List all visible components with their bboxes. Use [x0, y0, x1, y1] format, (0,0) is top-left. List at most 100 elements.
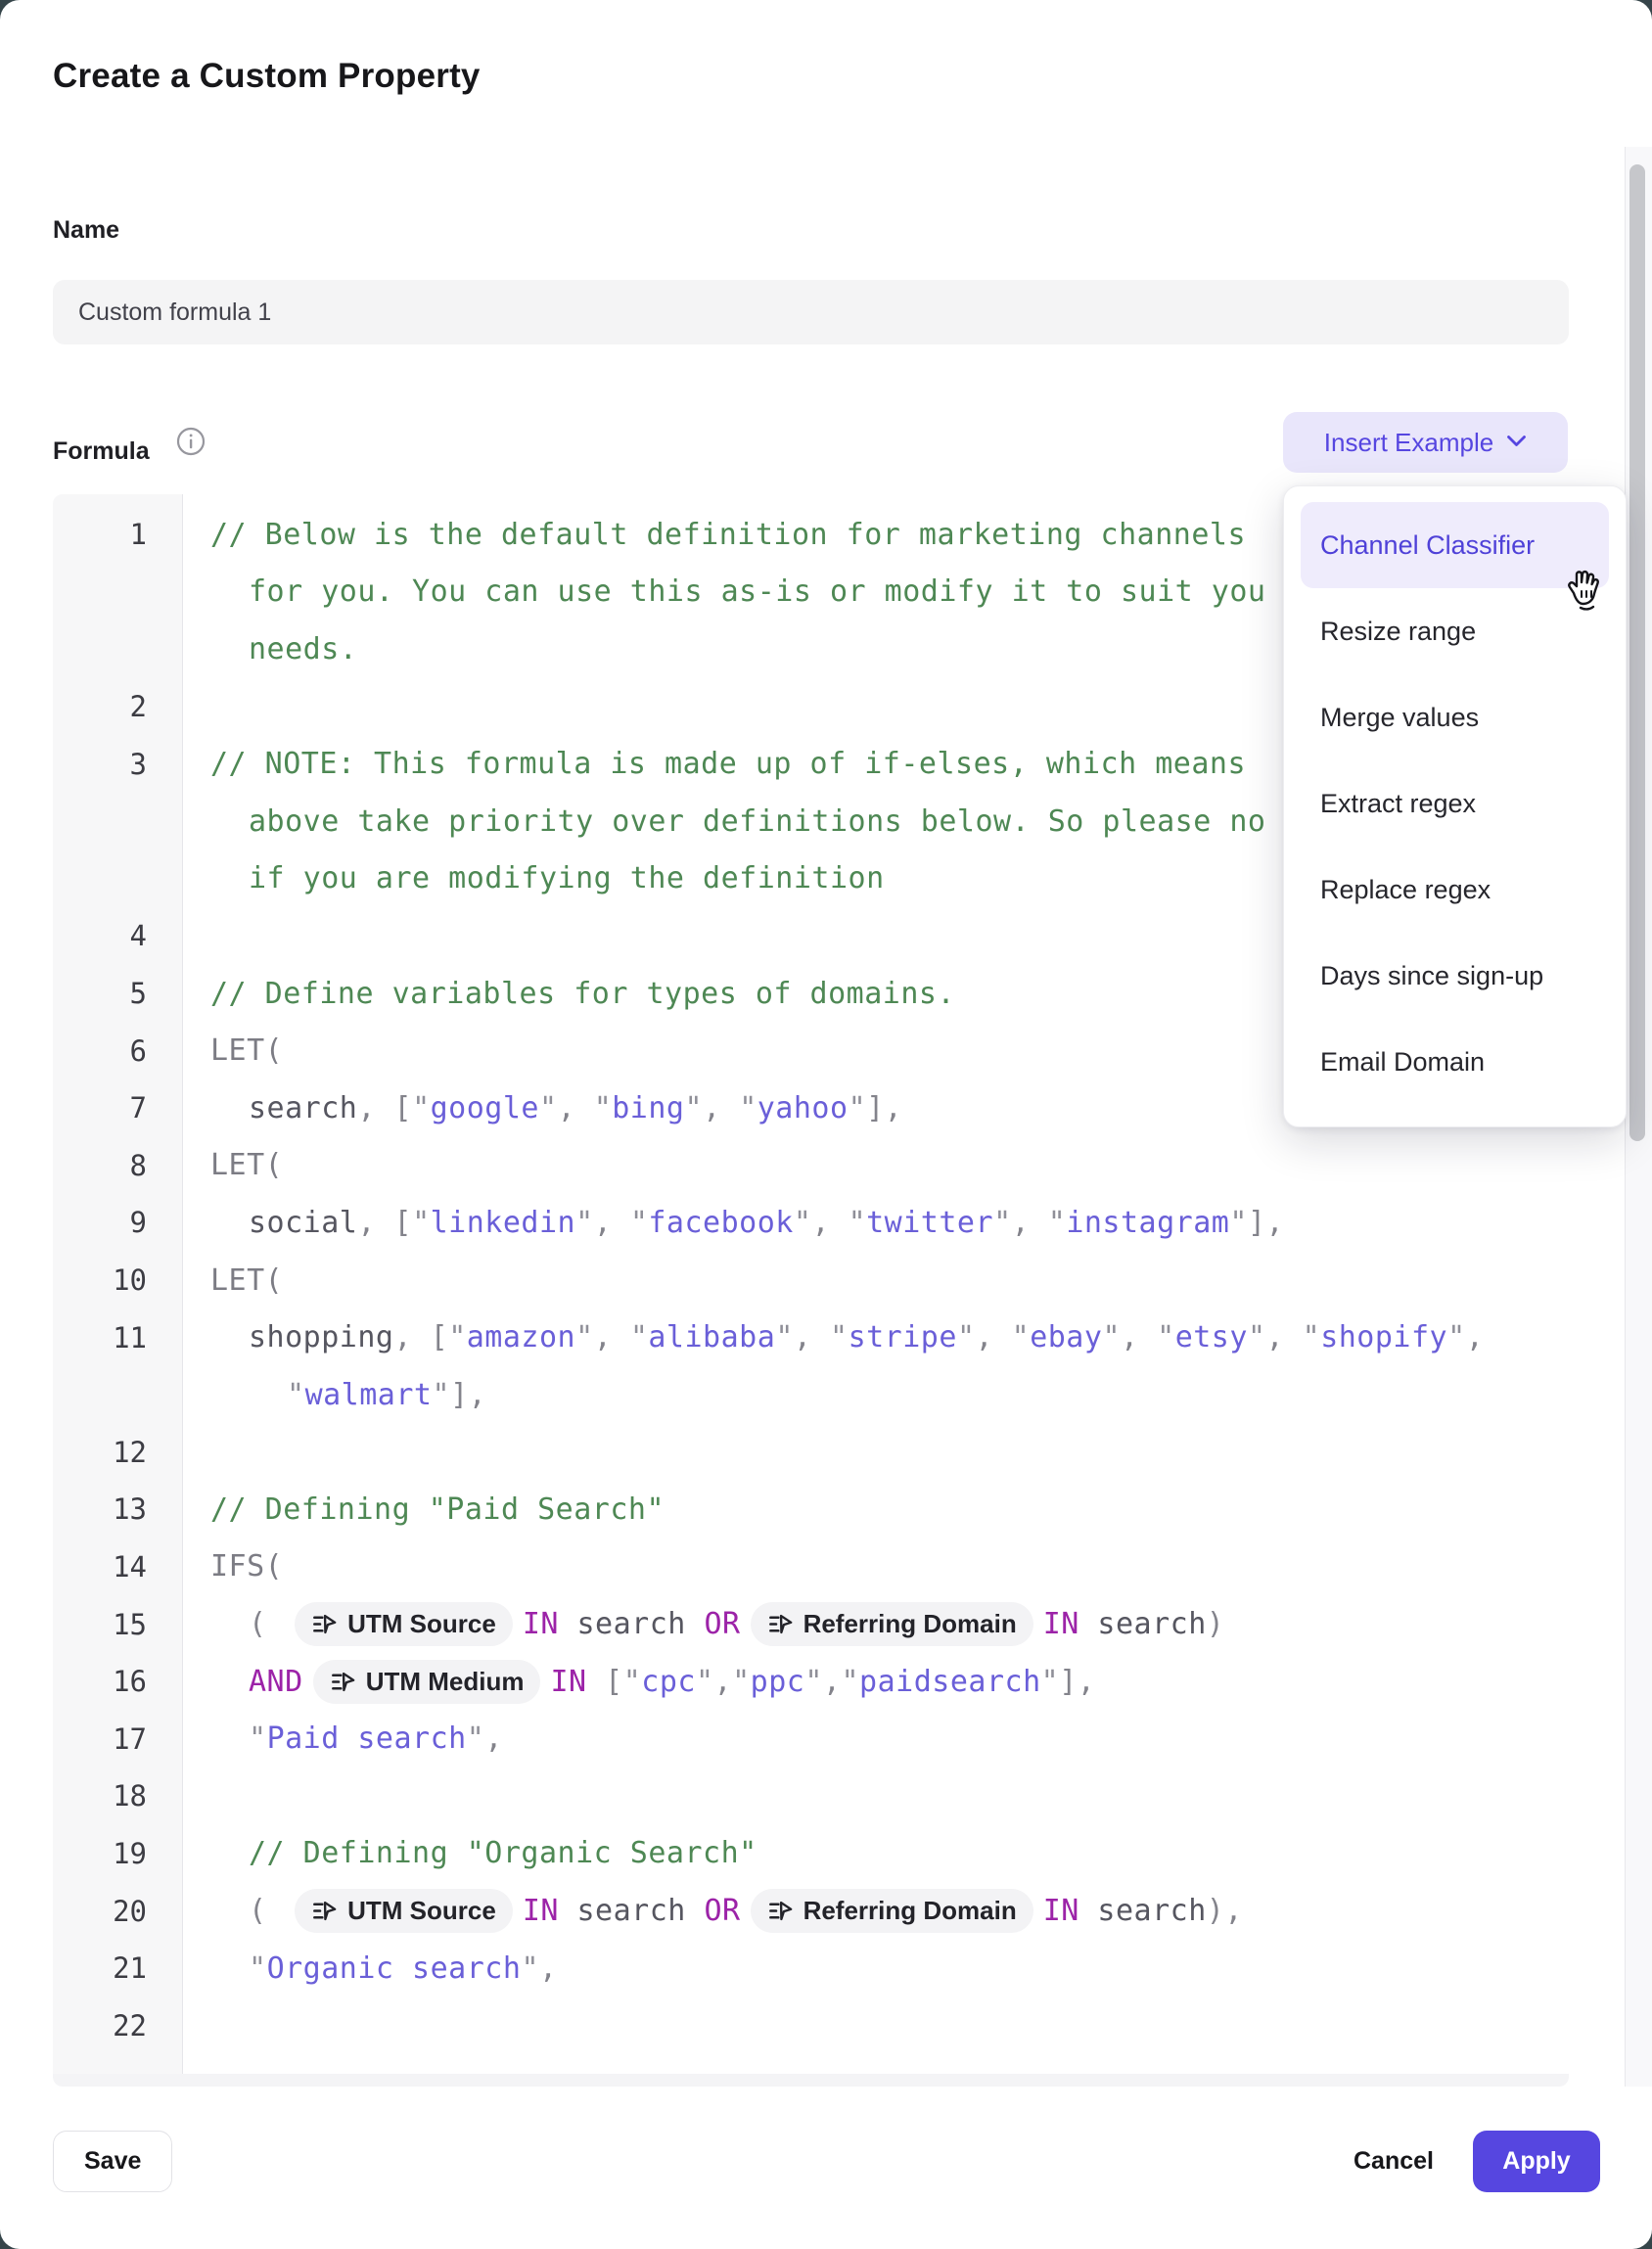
code-line[interactable]: 19 // Defining "Organic Search"	[53, 1825, 1569, 1883]
insert-property-icon	[767, 1898, 794, 1924]
code-token: ,	[823, 1665, 842, 1699]
code-line[interactable]: 21Organic search,	[53, 1940, 1569, 1997]
save-button[interactable]: Save	[53, 2131, 172, 2192]
menu-item-email-domain[interactable]: Email Domain	[1301, 1019, 1609, 1105]
code-token: above take priority over definitions bel…	[249, 804, 1265, 839]
code-token: ,	[703, 1091, 739, 1125]
code-line-content: LET(	[183, 1148, 1569, 1182]
code-line[interactable]: 16ANDUTM MediumIN [cpc,ppc,paidsearch],	[53, 1653, 1569, 1711]
code-token: IN	[523, 1607, 559, 1641]
insert-property-icon	[330, 1669, 356, 1695]
code-line-content: ANDUTM MediumIN [cpc,ppc,paidsearch],	[183, 1660, 1569, 1704]
menu-item-merge-values[interactable]: Merge values	[1301, 674, 1609, 760]
menu-item-replace-regex[interactable]: Replace regex	[1301, 847, 1609, 933]
code-line[interactable]: 15( UTM SourceIN search ORReferring Doma…	[53, 1595, 1569, 1653]
code-line[interactable]: 14IFS(	[53, 1538, 1569, 1596]
dialog-scrollbar-thumb[interactable]	[1629, 164, 1645, 1141]
code-token: instagram	[1048, 1206, 1248, 1240]
editor-horizontal-scrollbar[interactable]	[53, 2074, 1569, 2087]
code-token: if you are modifying the definition	[249, 861, 885, 895]
code-token: ,	[558, 1091, 594, 1125]
code-line[interactable]: walmart],	[53, 1366, 1569, 1424]
menu-item-channel-classifier[interactable]: Channel Classifier	[1301, 502, 1609, 588]
code-token: ],	[450, 1378, 486, 1412]
code-token: IN	[1043, 1894, 1079, 1928]
line-number: 10	[53, 1263, 183, 1297]
code-token: ,	[976, 1320, 1012, 1354]
code-line[interactable]: 17Paid search,	[53, 1710, 1569, 1767]
code-token: // Below is the default definition for m…	[210, 518, 1246, 552]
line-number: 22	[53, 2009, 183, 2042]
code-token: OR	[704, 1894, 740, 1928]
code-token: for you. You can use this as-is or modif…	[249, 574, 1265, 609]
property-chip[interactable]: Referring Domain	[751, 1889, 1033, 1933]
code-token: paidsearch	[841, 1665, 1059, 1699]
code-token: ,	[714, 1665, 733, 1699]
code-line[interactable]: 13// Defining "Paid Search"	[53, 1481, 1569, 1538]
code-token: ,	[484, 1721, 503, 1756]
code-token: , [	[357, 1091, 412, 1125]
code-token: cpc	[623, 1665, 714, 1699]
code-token: )	[1207, 1607, 1225, 1641]
info-circle-icon[interactable]	[176, 427, 206, 456]
code-line[interactable]: 10LET(	[53, 1252, 1569, 1309]
property-chip-label: UTM Source	[347, 1609, 496, 1639]
property-chip[interactable]: UTM Source	[295, 1602, 513, 1646]
line-number: 6	[53, 1034, 183, 1068]
line-number: 19	[53, 1837, 183, 1870]
name-label: Name	[53, 216, 119, 245]
property-chip[interactable]: UTM Medium	[313, 1660, 541, 1704]
code-token: , [	[357, 1206, 412, 1240]
code-token: Paid search	[249, 1721, 484, 1756]
code-line-content: // Defining "Paid Search"	[183, 1492, 1569, 1527]
code-token: ,	[594, 1320, 630, 1354]
insert-property-icon	[767, 1611, 794, 1637]
code-line-content: social, [linkedin, facebook, twitter, in…	[183, 1206, 1569, 1240]
code-line[interactable]: 20( UTM SourceIN search ORReferring Doma…	[53, 1882, 1569, 1940]
code-token: ],	[1059, 1665, 1095, 1699]
code-token: ,	[539, 1951, 558, 1986]
menu-item-extract-regex[interactable]: Extract regex	[1301, 760, 1609, 847]
insert-example-button[interactable]: Insert Example	[1283, 412, 1568, 473]
code-line-content: // Defining "Organic Search"	[183, 1836, 1569, 1870]
formula-label: Formula	[53, 437, 150, 466]
code-line[interactable]: 12	[53, 1424, 1569, 1482]
code-token: search	[1079, 1894, 1207, 1928]
code-token: IN	[1043, 1607, 1079, 1641]
property-chip-label: UTM Medium	[366, 1667, 525, 1697]
code-token: // Defining "Organic Search"	[249, 1836, 757, 1870]
line-number: 11	[53, 1321, 183, 1354]
line-number: 21	[53, 1951, 183, 1985]
code-line[interactable]: 18	[53, 1767, 1569, 1825]
code-line[interactable]: 11shopping, [amazon, alibaba, stripe, eb…	[53, 1308, 1569, 1366]
menu-item-days-since-sign-up[interactable]: Days since sign-up	[1301, 933, 1609, 1019]
line-number: 8	[53, 1149, 183, 1182]
code-line[interactable]: 9social, [linkedin, facebook, twitter, i…	[53, 1194, 1569, 1252]
property-chip[interactable]: Referring Domain	[751, 1602, 1033, 1646]
code-line-content: shopping, [amazon, alibaba, stripe, ebay…	[183, 1320, 1569, 1354]
code-token: ,	[1121, 1320, 1157, 1354]
code-token: LET(	[210, 1033, 283, 1068]
insert-example-label: Insert Example	[1324, 428, 1493, 458]
code-token: search	[559, 1894, 705, 1928]
insert-property-icon	[311, 1611, 338, 1637]
menu-item-resize-range[interactable]: Resize range	[1301, 588, 1609, 674]
apply-button[interactable]: Apply	[1473, 2131, 1600, 2192]
code-token: ,	[1266, 1320, 1303, 1354]
code-line-content: Organic search,	[183, 1951, 1569, 1986]
code-line[interactable]: 8 LET(	[53, 1137, 1569, 1195]
line-number: 16	[53, 1665, 183, 1698]
line-number: 2	[53, 690, 183, 723]
code-token: shopify	[1303, 1320, 1466, 1354]
line-number: 9	[53, 1206, 183, 1239]
hand-cursor-icon	[1564, 568, 1603, 618]
code-line[interactable]: 22	[53, 1997, 1569, 2054]
cancel-button[interactable]: Cancel	[1334, 2131, 1453, 2192]
code-token: LET(	[210, 1148, 283, 1182]
code-token: needs.	[249, 632, 357, 666]
code-line-content: walmart],	[183, 1378, 1569, 1412]
name-input[interactable]: Custom formula 1	[53, 280, 1569, 344]
property-chip[interactable]: UTM Source	[295, 1889, 513, 1933]
code-token: ],	[1248, 1206, 1284, 1240]
line-number: 14	[53, 1550, 183, 1583]
